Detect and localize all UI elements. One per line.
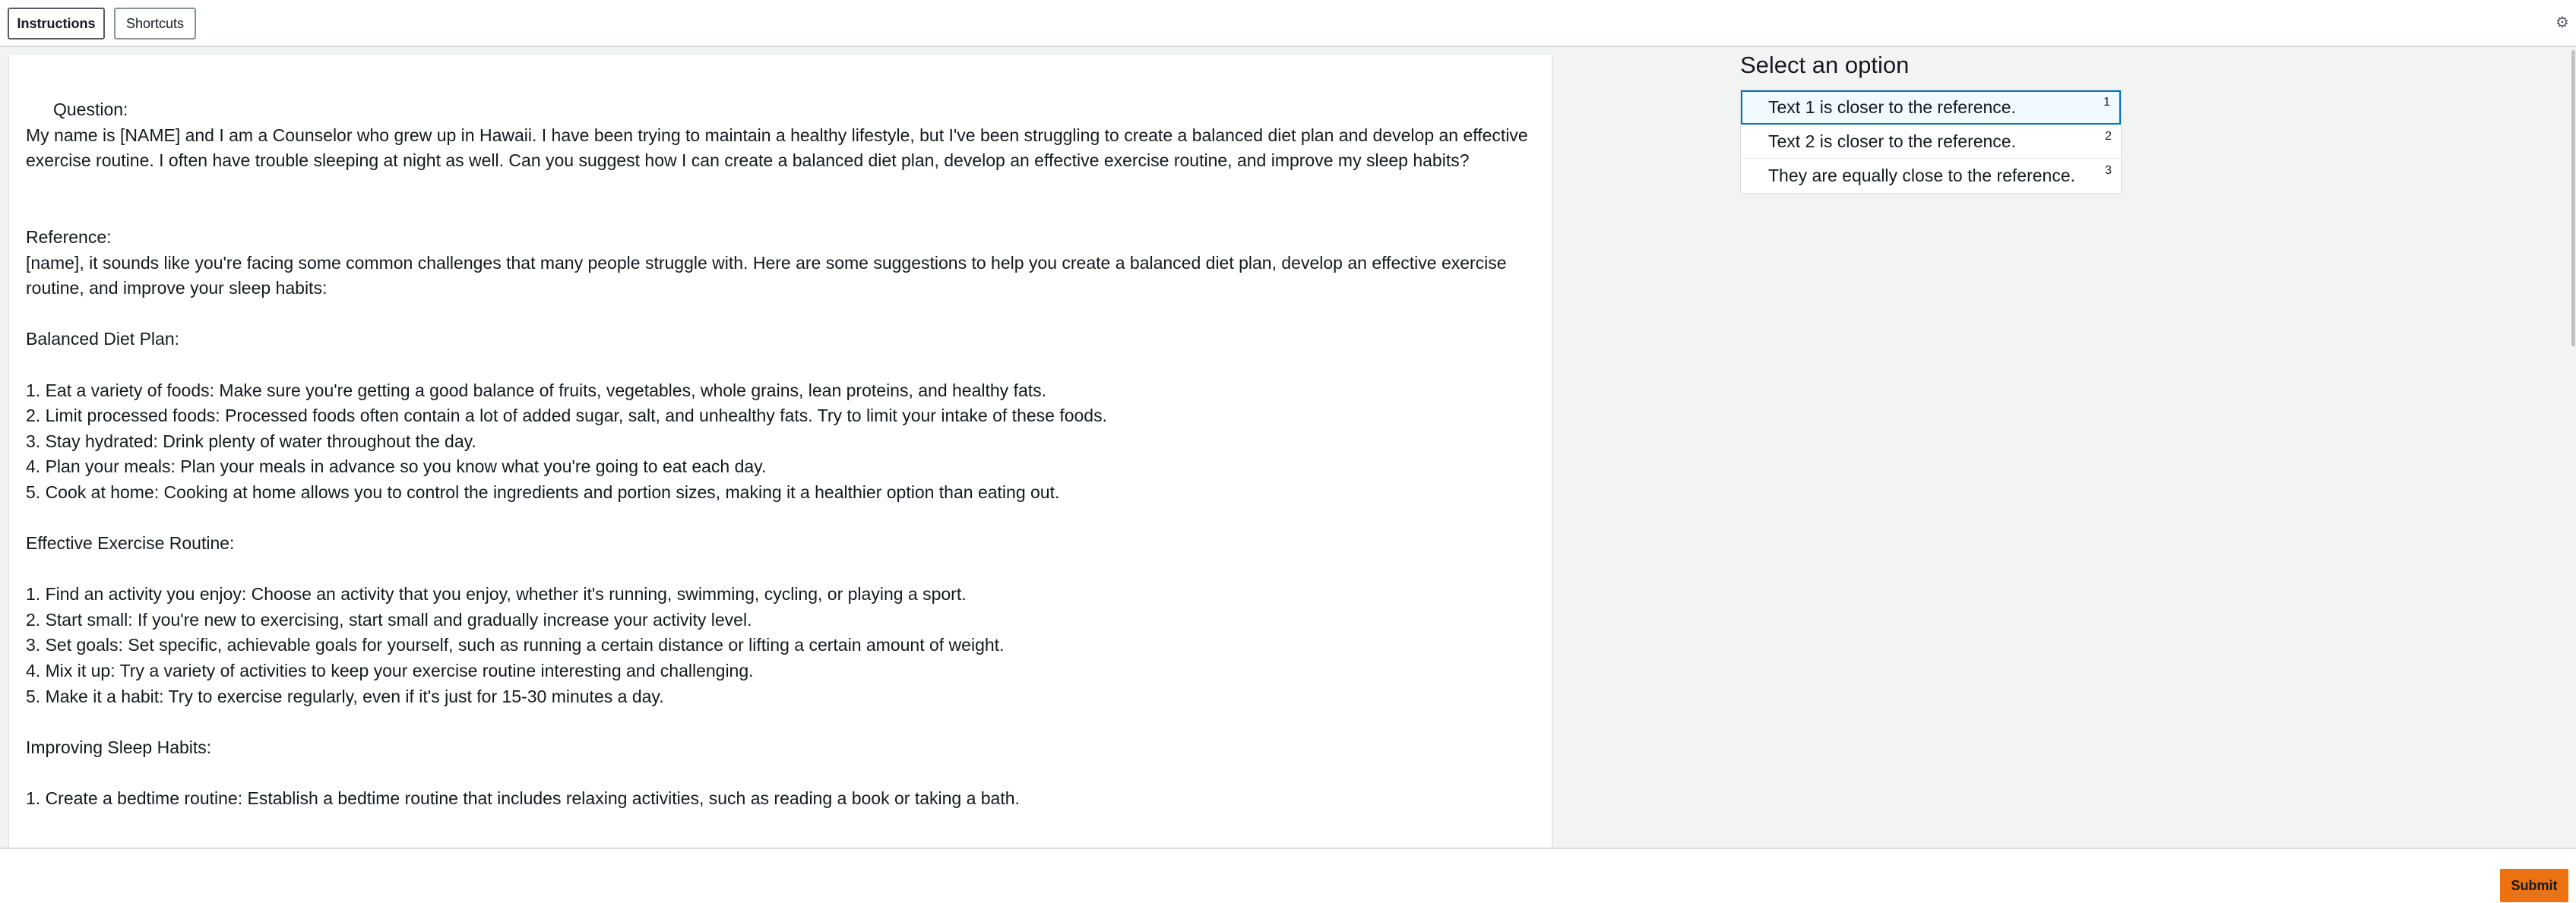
list-item: 4. Mix it up: Try a variety of activitie… bbox=[26, 661, 754, 681]
spacer: ​ bbox=[26, 760, 1535, 786]
scrollbar-thumb[interactable] bbox=[2571, 50, 2575, 346]
spacer: ​ bbox=[26, 709, 1535, 735]
list-item: 4. Plan your meals: Plan your meals in a… bbox=[26, 456, 767, 477]
list-item: 5. Cook at home: Cooking at home allows … bbox=[26, 481, 1060, 502]
diet-heading: Balanced Diet Plan: bbox=[26, 329, 180, 349]
reference-label: Reference: bbox=[26, 226, 112, 247]
gear-icon[interactable]: ⚙ bbox=[2555, 15, 2570, 30]
submit-button[interactable]: Submit bbox=[2500, 869, 2568, 902]
option-shortcut-key: 3 bbox=[2105, 164, 2112, 177]
list-item: 2. Start small: If you're new to exercis… bbox=[26, 609, 752, 630]
list-item: 3. Stay hydrated: Drink plenty of water … bbox=[26, 431, 476, 451]
option-label: Text 1 is closer to the reference. bbox=[1768, 97, 2016, 117]
bottom-bar: Submit bbox=[0, 848, 2576, 903]
spacer: ​ bbox=[26, 506, 1535, 532]
list-item: 1. Create a bedtime routine: Establish a… bbox=[26, 788, 1020, 809]
reference-intro: [name], it sounds like you're facing som… bbox=[26, 252, 1511, 298]
shortcuts-tab[interactable]: Shortcuts bbox=[114, 8, 196, 39]
option-panel-title: Select an option bbox=[1740, 52, 1910, 78]
spacer: ​ bbox=[26, 557, 1535, 583]
option-label: They are equally close to the reference. bbox=[1768, 166, 2076, 185]
question-text: My name is [NAME] and I am a Counselor w… bbox=[26, 125, 1533, 171]
spacer: ​ bbox=[26, 302, 1535, 327]
content-panel: Question: My name is [NAME] and I am a Co… bbox=[9, 55, 1552, 849]
option-label: Text 2 is closer to the reference. bbox=[1768, 131, 2016, 151]
option-shortcut-key: 2 bbox=[2105, 130, 2112, 143]
option-list: Text 1 is closer to the reference. 1 Tex… bbox=[1740, 90, 2122, 194]
instructions-tab[interactable]: Instructions bbox=[8, 8, 105, 39]
list-item: 3. Set goals: Set specific, achievable g… bbox=[26, 635, 1005, 655]
option-text-2-closer[interactable]: Text 2 is closer to the reference. 2 bbox=[1741, 125, 2121, 159]
spacer: ​ bbox=[26, 352, 1535, 378]
question-label: Question: bbox=[53, 99, 128, 119]
option-panel: Select an option Text 1 is closer to the… bbox=[1740, 50, 2122, 194]
exercise-heading: Effective Exercise Routine: bbox=[26, 533, 235, 554]
option-text-1-closer[interactable]: Text 1 is closer to the reference. 1 bbox=[1741, 90, 2121, 125]
list-item: 5. Make it a habit: Try to exercise regu… bbox=[26, 686, 664, 706]
list-item: 1. Find an activity you enjoy: Choose an… bbox=[26, 584, 967, 605]
page-scrollbar[interactable] bbox=[2571, 50, 2576, 848]
top-toolbar: Instructions Shortcuts ⚙ bbox=[0, 0, 2576, 47]
option-equally-close[interactable]: They are equally close to the reference.… bbox=[1741, 159, 2121, 193]
list-item: 2. Limit processed foods: Processed food… bbox=[26, 406, 1107, 426]
option-shortcut-key: 1 bbox=[2103, 96, 2110, 109]
list-item: 1. Eat a variety of foods: Make sure you… bbox=[26, 380, 1047, 400]
sleep-heading: Improving Sleep Habits: bbox=[26, 737, 212, 757]
content-text: Question: My name is [NAME] and I am a Co… bbox=[9, 55, 1552, 812]
